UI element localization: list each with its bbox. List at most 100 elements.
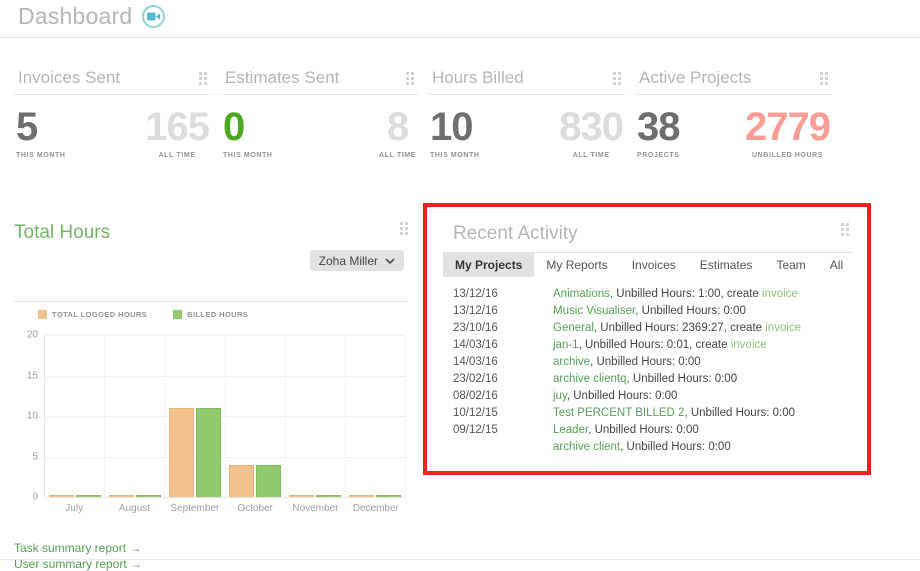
stat-number: 38 <box>637 105 680 149</box>
project-link[interactable]: archive client <box>553 441 620 453</box>
activity-description: jan-1, Unbilled Hours: 0:01, create invo… <box>553 337 767 354</box>
tab-all[interactable]: All <box>818 253 855 277</box>
stat-value-block: 10 THIS MONTH <box>430 105 480 159</box>
bar-billed[interactable] <box>75 495 101 497</box>
activity-date: 13/12/16 <box>453 288 498 300</box>
activity-detail: , Unbilled Hours: 0:00 <box>588 424 699 436</box>
stat-card-values: 0 THIS MONTH 8 ALL TIME <box>221 105 418 159</box>
chart-plot: 0 5 10 15 20 <box>27 330 407 503</box>
dashboard-page: Dashboard Invoices Sent 5 THIS MONTH 165 ALL… <box>0 0 920 571</box>
activity-row: 13/12/16 Animations, Unbilled Hours: 1:00… <box>443 286 851 303</box>
stat-label: ALL TIME <box>572 152 610 159</box>
drag-handle-icon[interactable] <box>400 222 408 235</box>
y-axis-tick-label: 20 <box>26 329 38 341</box>
activity-row: 10/12/15 Test PERCENT BILLED 2, Unbilled … <box>443 405 851 422</box>
tab-invoices[interactable]: Invoices <box>620 253 688 277</box>
activity-detail: , Unbilled Hours: 0:00 <box>635 305 746 317</box>
project-link[interactable]: archive clientq <box>553 373 627 385</box>
legend-item: BILLED HOURS <box>173 310 248 319</box>
x-axis-label: August <box>118 503 151 514</box>
project-link[interactable]: juy <box>553 390 567 402</box>
x-axis-label: November <box>292 503 339 514</box>
bar-billed[interactable] <box>195 407 221 497</box>
stat-card-title: Active Projects <box>639 68 752 87</box>
activity-description: Music Visualiser, Unbilled Hours: 0:00 <box>553 303 746 320</box>
x-axis-label: October <box>237 503 273 514</box>
activity-row: 23/02/16 archive clientq, Unbilled Hours:… <box>443 371 851 388</box>
bar-logged[interactable] <box>349 495 375 497</box>
activity-date: 14/03/16 <box>453 356 498 368</box>
project-link[interactable]: Leader <box>553 424 588 436</box>
stat-value-block: 830 ALL TIME <box>559 105 624 159</box>
drag-handle-icon[interactable] <box>820 71 828 85</box>
bar-billed[interactable] <box>376 495 402 497</box>
project-link[interactable]: Animations <box>553 288 610 300</box>
create-invoice-link[interactable]: invoice <box>731 339 767 351</box>
stat-value-block: 38 PROJECTS <box>637 105 680 159</box>
total-hours-title: Total Hours <box>14 222 111 243</box>
stat-value-block: 0 THIS MONTH <box>223 105 273 159</box>
y-axis-tick-label: 0 <box>32 491 38 503</box>
bar-logged[interactable] <box>289 495 315 497</box>
bar-logged[interactable] <box>48 495 74 497</box>
drag-handle-icon[interactable] <box>841 223 849 236</box>
bar-group <box>346 335 407 497</box>
stat-value-block: 2779 UNBILLED HOURS <box>745 105 831 159</box>
chevron-down-icon <box>385 257 395 264</box>
bar-logged[interactable] <box>168 407 194 497</box>
stat-value-block: 165 ALL TIME <box>145 105 210 159</box>
activity-detail: , Unbilled Hours: 0:00 <box>566 390 678 402</box>
bar-group <box>45 335 106 497</box>
bar-billed[interactable] <box>256 464 282 497</box>
tab-my-reports[interactable]: My Reports <box>534 253 619 277</box>
project-link[interactable]: jan-1 <box>553 339 579 351</box>
activity-row: 09/12/15 Leader, Unbilled Hours: 0:00 <box>443 422 851 439</box>
stat-label: THIS MONTH <box>16 152 66 159</box>
tab-my-projects[interactable]: My Projects <box>443 253 535 277</box>
y-axis-tick-label: 15 <box>26 370 38 381</box>
bar-logged[interactable] <box>229 464 255 497</box>
task-summary-report-link[interactable]: Task summary report → <box>14 541 408 555</box>
recent-activity-title: Recent Activity <box>453 223 578 244</box>
bar-billed[interactable] <box>135 495 161 497</box>
create-invoice-link[interactable]: invoice <box>762 288 798 300</box>
create-invoice-link[interactable]: invoice <box>765 322 801 334</box>
activity-row: 23/10/16 General, Unbilled Hours: 2369:27… <box>443 320 851 337</box>
tab-estimates[interactable]: Estimates <box>688 253 765 277</box>
video-tutorial-button[interactable] <box>142 5 166 28</box>
stats-row: Invoices Sent 5 THIS MONTH 165 ALL TIME Estim… <box>14 66 832 159</box>
total-hours-divider <box>14 301 408 302</box>
activity-description: Test PERCENT BILLED 2, Unbilled Hours: 0… <box>553 405 795 422</box>
stat-card: Active Projects 38 PROJECTS 2779 UNBILLED HO… <box>635 66 832 159</box>
legend-swatch <box>38 310 47 319</box>
activity-date: 23/10/16 <box>453 322 498 334</box>
bar-group <box>286 335 346 497</box>
stat-card-header: Hours Billed <box>428 66 625 95</box>
bar-logged[interactable] <box>108 495 134 497</box>
y-axis-tick-label: 5 <box>32 451 38 462</box>
stat-card-header: Invoices Sent <box>14 66 211 95</box>
activity-date: 10/12/15 <box>453 407 498 419</box>
page-header: Dashboard <box>18 3 166 30</box>
stat-card: Hours Billed 10 THIS MONTH 830 ALL TIME <box>428 66 625 159</box>
project-link[interactable]: Test PERCENT BILLED 2 <box>553 407 684 419</box>
project-link[interactable]: archive <box>553 356 590 368</box>
user-filter-dropdown[interactable]: Zoha Miller <box>309 250 404 271</box>
stat-number: 165 <box>145 105 210 149</box>
activity-detail: , Unbilled Hours: 0:00 <box>590 356 701 368</box>
tab-team[interactable]: Team <box>764 253 817 277</box>
drag-handle-icon[interactable] <box>406 71 414 85</box>
stat-card-title: Invoices Sent <box>18 68 121 87</box>
drag-handle-icon[interactable] <box>613 71 621 85</box>
stat-card: Estimates Sent 0 THIS MONTH 8 ALL TIME <box>221 66 418 159</box>
stat-label: PROJECTS <box>637 152 680 159</box>
stat-number: 10 <box>430 105 473 149</box>
chart-legend: TOTAL LOGGED HOURS BILLED HOURS <box>38 310 408 319</box>
project-link[interactable]: Music Visualiser <box>553 305 635 317</box>
footer-divider <box>0 559 920 560</box>
project-link[interactable]: General <box>553 322 594 334</box>
bar-billed[interactable] <box>316 495 342 497</box>
stat-card-values: 10 THIS MONTH 830 ALL TIME <box>428 105 625 159</box>
drag-handle-icon[interactable] <box>199 71 207 85</box>
x-axis-label: December <box>352 503 399 514</box>
